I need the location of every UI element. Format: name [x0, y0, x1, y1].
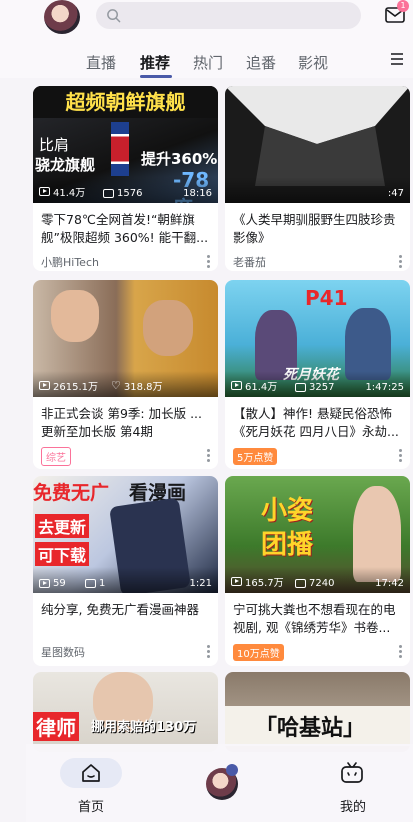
video-card[interactable]: P41 死月妖花 61.4万 3257 1:47:25 【散人】神作! 悬疑民俗… [225, 280, 410, 469]
tab-live[interactable]: 直播 [86, 52, 116, 73]
duration: 17:42 [375, 578, 404, 589]
active-tab-indicator [140, 75, 172, 78]
thumb-text: 团播 [261, 530, 314, 560]
duration: :47 [387, 188, 404, 199]
nav-mine-label[interactable]: 我的 [340, 796, 366, 815]
video-title: 非正式会谈 第9季: 加长版 ... 更新至加长版 第4期 [41, 406, 203, 439]
video-thumbnail: 「哈基站」 [225, 672, 410, 752]
tv-icon[interactable] [340, 762, 364, 784]
search-icon [107, 9, 121, 23]
video-card[interactable]: 免费无广 看漫画 去更新 可下载 59 1 1:21 纯分享, 免费无广看漫画神… [33, 476, 218, 666]
thumb-text: 「哈基站」 [255, 716, 366, 741]
heart-icon: ♡ [111, 379, 121, 392]
video-card[interactable]: 超频朝鲜旗舰 比肩 骁龙旗舰 提升360% -78度 41.4万 1576 18… [33, 86, 218, 271]
likes-badge: 10万点赞 [233, 643, 284, 661]
video-card[interactable]: 2615.1万 ♡ 318.8万 非正式会谈 第9季: 加长版 ... 更新至加长… [33, 280, 218, 469]
person-graphic [51, 290, 99, 342]
danmaku-count: 1 [85, 578, 105, 589]
bottom-navigation: 首页 我的 [26, 744, 413, 822]
video-title: 宁可挑大粪也不想看现在的电视剧, 观《锦绣芳华》书卷... [233, 602, 396, 635]
danmaku-icon [295, 579, 306, 588]
more-options-icon[interactable] [399, 255, 402, 269]
danmaku-count: 7240 [295, 578, 334, 589]
play-icon [231, 381, 242, 390]
duration: 1:21 [189, 578, 212, 589]
play-icon [39, 381, 50, 390]
likes-badge: 5万点赞 [233, 447, 278, 465]
tab-hot[interactable]: 热门 [193, 52, 223, 73]
video-thumbnail: 律师 挪用索赔的130万 [33, 672, 218, 752]
author-name: 老番茄 [233, 256, 266, 269]
danmaku-icon [85, 579, 96, 588]
more-options-icon[interactable] [399, 449, 402, 463]
activity-badge-icon [226, 764, 238, 776]
danmaku-icon [103, 189, 114, 198]
view-count: 59 [39, 578, 66, 589]
video-title: 《人类早期驯服野生四肢珍贵影像》 [233, 212, 396, 245]
like-count: ♡ 318.8万 [111, 379, 163, 393]
thumb-text: 小姿 [261, 496, 314, 526]
video-thumbnail: :47 [225, 86, 410, 203]
video-card[interactable]: 「哈基站」 [225, 672, 410, 752]
view-count: 41.4万 [39, 184, 85, 199]
video-title: 纯分享, 免费无广看漫画神器 [41, 602, 199, 617]
author-name: 星图数码 [41, 646, 85, 659]
author-name: 小鹏HiTech [41, 256, 99, 269]
category-tabs: 直播 推荐 热门 追番 影视 [0, 40, 413, 78]
top-bar: 1 [0, 0, 413, 40]
more-options-icon[interactable] [207, 255, 210, 269]
view-count: 61.4万 [231, 378, 277, 393]
view-count: 2615.1万 [39, 378, 98, 393]
character-graphic [345, 308, 391, 380]
thumb-text: 比肩 [39, 136, 70, 154]
thumb-text: 去更新 [35, 514, 90, 538]
thumb-text: 免费无广 [33, 482, 110, 504]
danmaku-icon [295, 383, 306, 392]
thumb-text: 挪用索赔的130万 [91, 720, 197, 735]
thumb-text: 可下载 [35, 542, 90, 566]
more-options-icon[interactable] [207, 645, 210, 659]
thumb-title-text: 超频朝鲜旗舰 [33, 86, 218, 118]
tab-recommend[interactable]: 推荐 [140, 52, 170, 73]
thumb-text: P41 [305, 286, 348, 310]
video-thumbnail: 超频朝鲜旗舰 比肩 骁龙旗舰 提升360% -78度 41.4万 1576 18… [33, 86, 218, 203]
danmaku-count: 3257 [295, 382, 334, 393]
video-thumbnail: 小姿 团播 165.7万 7240 17:42 [225, 476, 410, 593]
video-thumbnail: 免费无广 看漫画 去更新 可下载 59 1 1:21 [33, 476, 218, 593]
mail-badge: 1 [397, 0, 409, 12]
thumb-text: 提升360% [141, 150, 218, 168]
video-title: 零下78℃全网首发!“朝鲜旗舰”极限超频 360%! 能干翻... [41, 212, 209, 245]
view-count: 165.7万 [231, 574, 284, 589]
duration: 1:47:25 [365, 382, 404, 393]
nav-home-label[interactable]: 首页 [78, 796, 104, 815]
thumb-text: 律师 [33, 712, 79, 741]
video-thumbnail: 2615.1万 ♡ 318.8万 [33, 280, 218, 397]
category-badge: 综艺 [41, 446, 71, 466]
video-thumbnail: P41 死月妖花 61.4万 3257 1:47:25 [225, 280, 410, 397]
user-avatar[interactable] [44, 0, 80, 34]
video-card[interactable]: 律师 挪用索赔的130万 [33, 672, 218, 752]
home-icon[interactable] [80, 762, 102, 784]
duration: 18:16 [183, 188, 212, 199]
search-input[interactable] [96, 2, 361, 29]
menu-icon[interactable] [390, 52, 404, 66]
video-card[interactable]: :47 《人类早期驯服野生四肢珍贵影像》 老番茄 [225, 86, 410, 271]
play-icon [39, 579, 50, 588]
more-options-icon[interactable] [399, 645, 402, 659]
danmaku-count: 1576 [103, 188, 142, 199]
play-icon [231, 577, 242, 586]
more-options-icon[interactable] [207, 449, 210, 463]
thumb-text: 骁龙旗舰 [35, 156, 96, 174]
video-title: 【散人】神作! 悬疑民俗恐怖《死月妖花 四月八日》永劫... [233, 406, 399, 439]
video-card[interactable]: 小姿 团播 165.7万 7240 17:42 宁可挑大粪也不想看现在的电视剧,… [225, 476, 410, 666]
tab-anime[interactable]: 追番 [246, 52, 276, 73]
person-graphic [143, 300, 193, 356]
play-icon [39, 187, 50, 196]
flag-graphic [111, 122, 129, 176]
tab-movies[interactable]: 影视 [298, 52, 328, 73]
